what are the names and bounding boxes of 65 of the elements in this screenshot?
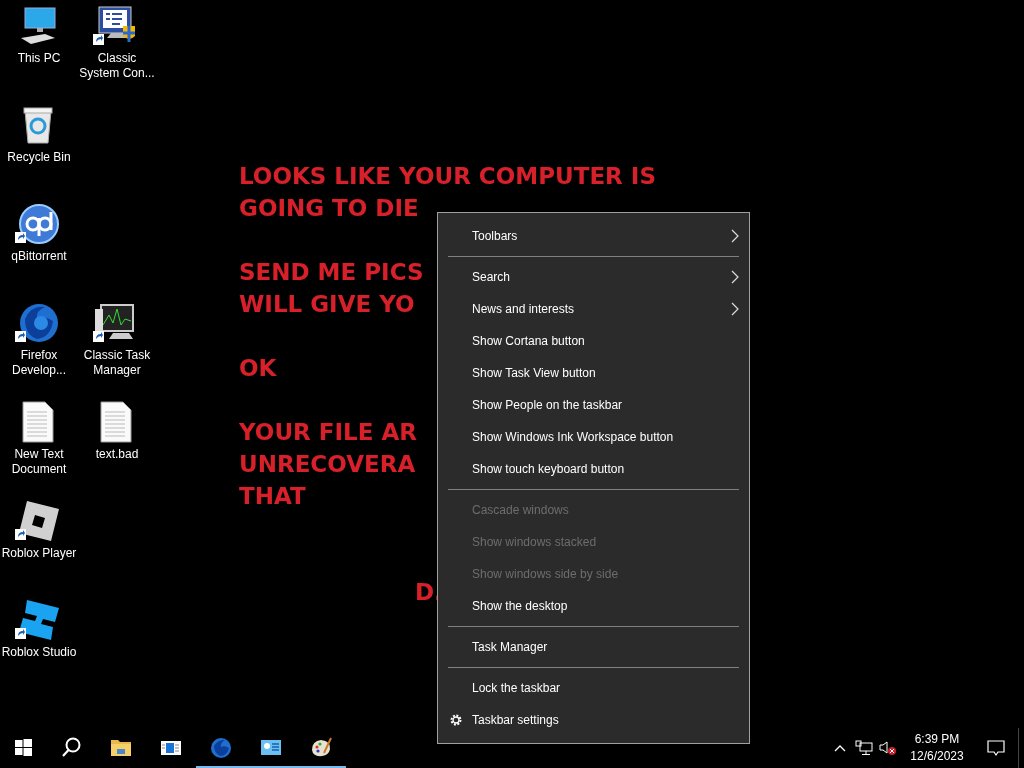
menu-item[interactable]: Show Task View button — [438, 357, 749, 389]
desktop-shortcut[interactable]: Firefox Develop... — [0, 301, 78, 378]
wallpaper-text: GOING TO DIE — [239, 194, 419, 223]
icon-label: Classic System Con... — [78, 51, 156, 81]
roblox-player-icon — [19, 501, 59, 541]
roblox-studio-icon — [19, 600, 59, 640]
desktop-shortcut[interactable]: Roblox Studio — [1, 598, 77, 660]
menu-item[interactable]: Show Windows Ink Workspace button — [438, 421, 749, 453]
menu-item[interactable]: News and interests — [438, 293, 749, 325]
icon-label: Firefox Develop... — [11, 348, 67, 378]
menu-item[interactable]: Show Cortana button — [438, 325, 749, 357]
icon-label: New Text Document — [10, 447, 68, 477]
firefox-icon — [20, 304, 58, 342]
desktop-shortcut[interactable]: Classic Task Manager — [78, 301, 156, 378]
menu-item[interactable]: Show touch keyboard button — [438, 453, 749, 485]
desktop-shortcut[interactable]: This PC — [15, 4, 63, 66]
menu-item[interactable]: Toolbars — [438, 220, 749, 252]
window-icon — [161, 741, 181, 755]
settings-icon — [449, 713, 463, 727]
desktop-shortcut[interactable]: text.bad — [93, 400, 141, 462]
wallpaper-text: SEND ME PICS — [239, 258, 424, 287]
control-panel-icon — [261, 740, 281, 755]
icon-label: Recycle Bin — [7, 150, 71, 165]
desktop-shortcut[interactable]: Recycle Bin — [7, 103, 71, 165]
icon-label: This PC — [17, 51, 61, 66]
menu-item[interactable]: Show the desktop — [438, 590, 749, 622]
icon-label: qBittorrent — [11, 249, 67, 264]
text-file-icon — [100, 401, 132, 443]
speaker-muted-icon — [879, 740, 897, 756]
icon-label: Roblox Player — [1, 546, 77, 561]
task-manager-icon — [95, 304, 134, 339]
wallpaper-text: UNRECOVERA — [239, 450, 416, 479]
icon-label: Classic Task Manager — [82, 348, 152, 378]
search-icon — [62, 737, 81, 757]
menu-item[interactable]: Taskbar settings — [438, 704, 749, 736]
recycle-bin-icon — [23, 107, 53, 144]
clock-date: 12/6/2023 — [910, 748, 964, 765]
notification-icon — [987, 739, 1005, 757]
desktop-shortcut[interactable]: qBittorrent — [11, 202, 67, 264]
wallpaper-text: OK — [239, 354, 277, 383]
palette-icon — [312, 737, 332, 757]
chevron-up-icon — [834, 744, 846, 752]
menu-item[interactable]: Search — [438, 261, 749, 293]
desktop-shortcut[interactable]: Classic System Con... — [78, 4, 156, 81]
menu-item[interactable]: Show People on the taskbar — [438, 389, 749, 421]
wallpaper-text: YOUR FILE AR — [239, 418, 417, 447]
desktop-shortcut[interactable]: Roblox Player — [1, 499, 77, 561]
icon-label: text.bad — [95, 447, 139, 462]
control-panel-icon — [98, 6, 137, 44]
qbittorrent-icon — [19, 204, 59, 244]
wallpaper-text: THAT — [239, 482, 306, 511]
firefox-icon — [211, 738, 231, 758]
text-file-icon — [22, 401, 54, 443]
desktop-shortcut[interactable]: New Text Document — [0, 400, 78, 477]
clock[interactable]: 6:39 PM 12/6/2023 — [900, 728, 974, 768]
folder-icon — [111, 740, 131, 756]
network-icon — [855, 740, 873, 756]
wallpaper-text: LOOKS LIKE YOUR COMPUTER IS — [239, 162, 656, 191]
computer-icon — [21, 7, 56, 44]
menu-item[interactable]: Lock the taskbar — [438, 672, 749, 704]
menu-item[interactable]: Task Manager — [438, 631, 749, 663]
clock-time: 6:39 PM — [914, 731, 960, 748]
wallpaper-text: WILL GIVE YO — [239, 290, 415, 319]
icon-label: Roblox Studio — [1, 645, 77, 660]
windows-start-icon — [15, 739, 32, 756]
